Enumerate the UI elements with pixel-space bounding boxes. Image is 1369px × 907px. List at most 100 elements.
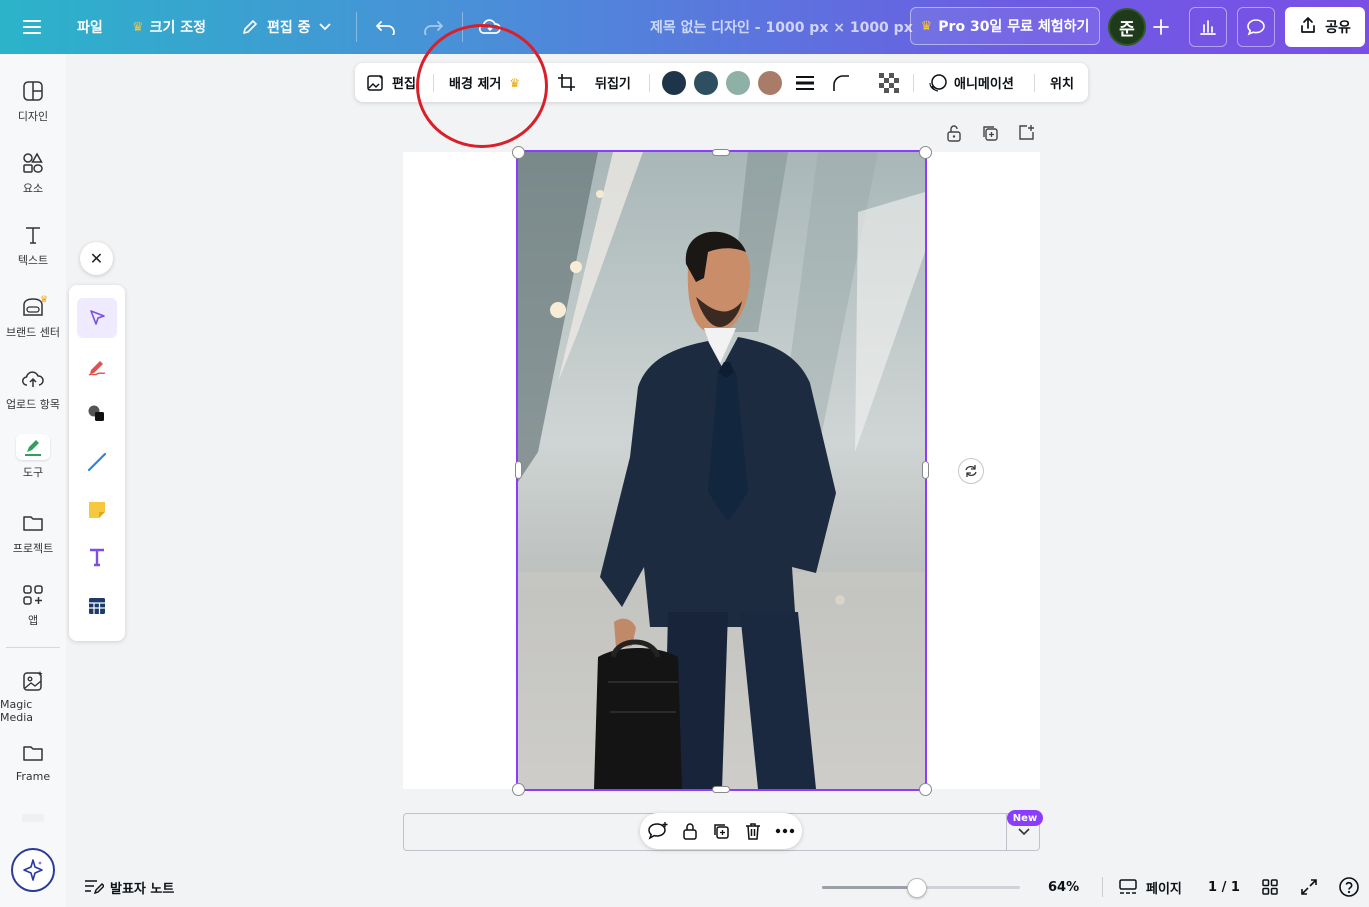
grid-view-icon[interactable] xyxy=(1261,873,1279,901)
annotation-circle xyxy=(416,24,548,148)
table-tool[interactable] xyxy=(77,586,117,626)
magic-assistant-button[interactable] xyxy=(11,848,55,892)
animate-button[interactable]: 애니메이션 xyxy=(928,63,1014,102)
shapes-tool[interactable] xyxy=(77,394,117,434)
sidebar-item-label: 브랜드 센터 xyxy=(5,326,61,339)
crop-button[interactable] xyxy=(557,63,577,102)
select-tool[interactable] xyxy=(77,298,117,338)
color-swatch[interactable] xyxy=(758,71,782,95)
border-style-button[interactable] xyxy=(795,63,815,102)
undo-icon[interactable] xyxy=(375,0,397,54)
divider xyxy=(913,74,914,92)
resize-handle-left[interactable] xyxy=(515,461,522,479)
duplicate-page-icon[interactable] xyxy=(979,122,1001,144)
menu-icon[interactable] xyxy=(22,0,42,54)
shapes-icon xyxy=(88,405,104,421)
resize-handle-top-right[interactable] xyxy=(919,146,932,159)
fullscreen-icon[interactable] xyxy=(1300,873,1318,901)
sparkle-icon xyxy=(23,859,43,881)
chevron-down-icon xyxy=(1017,828,1030,836)
text-tool[interactable] xyxy=(77,537,117,577)
rotate-handle[interactable] xyxy=(958,458,984,484)
design-icon xyxy=(22,78,44,104)
add-page-icon[interactable] xyxy=(1015,122,1037,144)
pen-icon xyxy=(88,361,106,376)
border-style-icon xyxy=(796,75,814,90)
sidebar-item-apps[interactable]: 앱 xyxy=(0,582,66,628)
add-collaborator-icon[interactable] xyxy=(1142,8,1180,46)
lock-icon[interactable] xyxy=(678,819,702,843)
share-button[interactable]: 공유 xyxy=(1285,7,1365,47)
corner-radius-icon xyxy=(833,74,849,91)
presenter-notes-button[interactable]: 발표자 노트 xyxy=(84,873,174,901)
divider xyxy=(356,12,357,42)
avatar[interactable]: 준 xyxy=(1108,8,1146,46)
resize-handle-top[interactable] xyxy=(712,149,730,156)
transparency-button[interactable] xyxy=(878,63,900,102)
sidebar-item-text[interactable]: 텍스트 xyxy=(0,222,66,268)
sidebar-divider xyxy=(6,647,60,648)
selected-photo[interactable] xyxy=(516,150,927,791)
pages-label: 페이지 xyxy=(1146,881,1182,897)
position-button[interactable]: 위치 xyxy=(1050,63,1074,102)
resize-handle-right[interactable] xyxy=(922,461,929,479)
resize-button[interactable]: ♛ 크기 조정 xyxy=(132,0,206,54)
edit-image-button[interactable]: 편집 xyxy=(366,63,416,102)
line-icon xyxy=(87,452,107,472)
line-tool[interactable] xyxy=(77,442,117,482)
zoom-slider-fill xyxy=(822,886,918,889)
pro-trial-label: Pro 30일 무료 체험하기 xyxy=(938,19,1090,35)
element-actions-bar xyxy=(640,813,802,849)
comment-icon[interactable] xyxy=(1237,7,1275,47)
sidebar-item-frame[interactable]: Frame xyxy=(0,740,66,783)
resize-handle-top-left[interactable] xyxy=(512,146,525,159)
flip-button[interactable]: 뒤집기 xyxy=(595,63,631,102)
sidebar-item-brand[interactable]: ♛ 브랜드 센터 xyxy=(0,294,66,340)
edit-label: 편집 xyxy=(392,77,416,92)
color-swatch[interactable] xyxy=(662,71,686,95)
document-title[interactable]: 제목 없는 디자인 - 1000 px × 1000 px xyxy=(650,0,913,54)
pro-trial-button[interactable]: ♛ Pro 30일 무료 체험하기 xyxy=(910,7,1100,45)
corner-rounding-button[interactable] xyxy=(831,63,851,102)
sidebar-item-label: 도구 xyxy=(22,466,44,479)
sidebar-item-design[interactable]: 디자인 xyxy=(0,78,66,124)
sidebar-item-label: 프로젝트 xyxy=(12,542,54,555)
top-bar: 파일 ♛ 크기 조정 편집 중 제목 없는 디자인 - 1000 px × 10… xyxy=(0,0,1369,54)
lock-page-icon[interactable] xyxy=(943,122,965,144)
sidebar-item-elements[interactable]: 요소 xyxy=(0,150,66,196)
zoom-slider-knob[interactable] xyxy=(907,878,927,898)
resize-handle-bottom[interactable] xyxy=(712,786,730,793)
color-swatch[interactable] xyxy=(694,71,718,95)
crop-icon xyxy=(558,73,575,91)
sidebar-item-magic-media[interactable]: Magic Media xyxy=(0,668,66,724)
close-palette-button[interactable]: ✕ xyxy=(80,242,113,275)
zoom-level[interactable]: 64% xyxy=(1048,873,1079,901)
left-sidebar: 디자인 요소 텍스트 ♛ 브랜드 센터 업로드 항목 도구 프로젝트 앱 Mag… xyxy=(0,54,66,907)
edit-mode-label: 편집 중 xyxy=(267,20,311,36)
sidebar-item-tools[interactable]: 도구 xyxy=(0,434,66,480)
drawing-tool-palette xyxy=(69,285,125,641)
pen-tool[interactable] xyxy=(77,347,117,387)
file-menu[interactable]: 파일 xyxy=(77,0,103,54)
sticky-note-tool[interactable] xyxy=(77,490,117,530)
help-icon[interactable] xyxy=(1338,873,1360,901)
sidebar-item-label: 텍스트 xyxy=(17,254,49,267)
add-comment-icon[interactable] xyxy=(646,819,670,843)
more-options-icon[interactable] xyxy=(773,819,797,843)
color-swatch[interactable] xyxy=(726,71,750,95)
duplicate-icon[interactable] xyxy=(709,819,733,843)
apps-icon xyxy=(22,582,44,608)
sidebar-item-uploads[interactable]: 업로드 항목 xyxy=(0,366,66,412)
edit-mode-dropdown[interactable]: 편집 중 xyxy=(241,0,331,54)
sidebar-item-projects[interactable]: 프로젝트 xyxy=(0,510,66,556)
resize-handle-bottom-left[interactable] xyxy=(512,783,525,796)
upload-icon xyxy=(21,366,45,392)
resize-handle-bottom-right[interactable] xyxy=(919,783,932,796)
insights-icon[interactable] xyxy=(1189,7,1227,47)
sidebar-item-label: 앱 xyxy=(27,614,39,627)
trash-icon[interactable] xyxy=(741,819,765,843)
text-tool-icon xyxy=(90,548,104,567)
pages-button[interactable]: 페이지 xyxy=(1118,873,1182,901)
resize-label: 크기 조정 xyxy=(149,20,207,36)
chevron-down-icon xyxy=(318,23,331,31)
